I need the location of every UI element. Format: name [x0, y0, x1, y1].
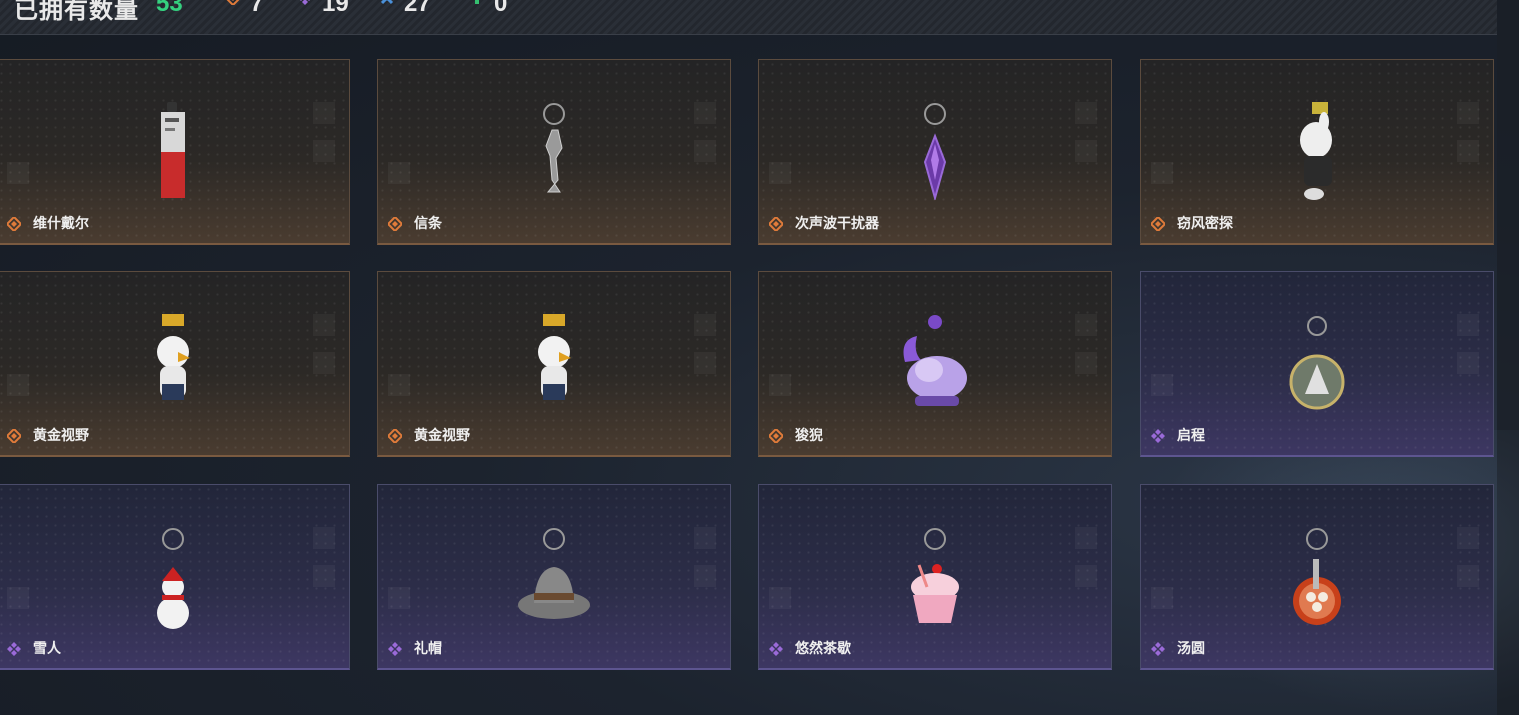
orange-rarity-icon [7, 217, 21, 231]
orange-rarity-icon [388, 217, 402, 231]
charm-card[interactable]: 启程 [1140, 271, 1494, 457]
charm-name: 雪人 [33, 640, 61, 656]
charm-card[interactable]: 黄金视野 [0, 271, 350, 457]
card-charm-icon [161, 102, 185, 198]
charm-card[interactable]: 黄金视野 [377, 271, 731, 457]
charm-card[interactable]: 雪人 [0, 484, 350, 670]
charm-name: 黄金视野 [414, 427, 470, 443]
charm-name: 维什戴尔 [33, 215, 89, 231]
charm-card[interactable]: 窃风密探 [1140, 59, 1494, 245]
purple-rarity-icon [7, 642, 21, 656]
blue-rarity-icon [380, 0, 394, 5]
cupcake-charm-icon [911, 528, 959, 623]
green-count: 0 [494, 0, 508, 17]
green-rarity-counter: 0 [470, 0, 507, 18]
orange-rarity-icon [388, 429, 402, 443]
charm-card[interactable]: 信条 [377, 59, 731, 245]
owned-count-value: 53 [156, 0, 183, 17]
orange-rarity-icon [1151, 217, 1165, 231]
orange-rarity-counter: 7 [226, 0, 263, 18]
purple-rarity-icon [388, 642, 402, 656]
inventory-header: 已拥有数量 53 7 19 27 0 [0, 0, 1497, 35]
white-bunny-figure-icon [1300, 102, 1332, 200]
charm-name: 狻猊 [795, 427, 823, 443]
eagle-figure-icon [157, 314, 190, 400]
charm-name: 窃风密探 [1177, 215, 1233, 231]
charm-card[interactable]: 次声波干扰器 [758, 59, 1112, 245]
purple-rarity-counter: 19 [298, 0, 349, 18]
charm-card[interactable]: 礼帽 [377, 484, 731, 670]
orange-rarity-icon [7, 429, 21, 443]
charm-name: 黄金视野 [33, 427, 89, 443]
orange-rarity-icon [226, 0, 240, 5]
orange-count: 7 [250, 0, 264, 17]
blue-rarity-counter: 27 [380, 0, 431, 18]
charm-card[interactable]: 维什戴尔 [0, 59, 350, 245]
owned-count-label: 已拥有数量 [14, 0, 139, 24]
orange-rarity-icon [769, 217, 783, 231]
orange-rarity-icon [769, 429, 783, 443]
tangyuan-bowl-icon [1293, 528, 1341, 625]
green-rarity-icon [475, 0, 479, 4]
fedora-hat-icon [518, 528, 590, 619]
charm-name: 汤圆 [1177, 640, 1205, 656]
charm-name: 启程 [1177, 427, 1205, 443]
purple-rarity-icon [1151, 429, 1165, 443]
charm-card[interactable]: 汤圆 [1140, 484, 1494, 670]
blue-count: 27 [404, 0, 431, 17]
purple-rarity-icon [1151, 642, 1165, 656]
purple-crystal-charm-icon [923, 103, 947, 200]
purple-rarity-icon [300, 0, 310, 5]
purple-lion-figure-icon [903, 315, 967, 406]
eagle-figure-icon [538, 314, 571, 400]
charm-name: 次声波干扰器 [795, 215, 879, 231]
purple-rarity-icon [769, 642, 783, 656]
wine-pitcher-charm-icon [543, 103, 565, 193]
purple-count: 19 [322, 0, 349, 17]
medal-badge-icon [1289, 316, 1345, 410]
snowman-charm-icon [157, 528, 189, 629]
charm-card[interactable]: 狻猊 [758, 271, 1112, 457]
charm-name: 礼帽 [414, 640, 442, 656]
charm-name: 信条 [414, 215, 442, 231]
charm-card[interactable]: 悠然茶歇 [758, 484, 1112, 670]
charm-name: 悠然茶歇 [795, 640, 851, 656]
